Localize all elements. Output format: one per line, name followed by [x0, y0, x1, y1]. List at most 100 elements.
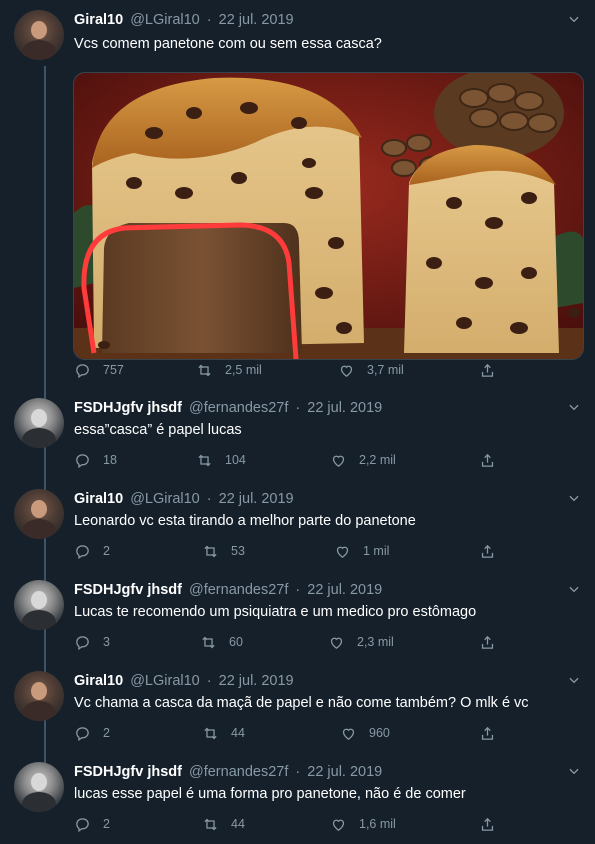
- chevron-down-icon[interactable]: [567, 491, 581, 510]
- handle[interactable]: @fernandes27f: [189, 764, 288, 780]
- like-button[interactable]: 3,7 mil: [338, 360, 404, 380]
- retweet-count: 2,5 mil: [225, 363, 262, 377]
- reply-count: 18: [103, 453, 117, 467]
- reply-button[interactable]: 757: [74, 360, 124, 380]
- like-button[interactable]: 2,2 mil: [330, 450, 396, 470]
- retweet-icon: [204, 545, 217, 557]
- reply-button[interactable]: 2: [74, 541, 110, 561]
- reply-count: 3: [103, 635, 110, 649]
- panettone-photo: [74, 73, 583, 359]
- reply-button[interactable]: 2: [74, 723, 110, 743]
- retweet-count: 53: [231, 544, 245, 558]
- timestamp[interactable]: 22 jul. 2019: [219, 491, 294, 507]
- tweet-1[interactable]: Giral10 @LGiral10 · 22 jul. 2019 Vcs com…: [0, 10, 595, 390]
- reply-button[interactable]: 18: [74, 450, 117, 470]
- retweet-button[interactable]: 104: [196, 450, 246, 470]
- avatar-fernandes27f[interactable]: [14, 762, 64, 812]
- reply-icon: [76, 726, 89, 741]
- retweet-button[interactable]: 44: [202, 723, 245, 743]
- tweet-4[interactable]: FSDHJgfv jhsdf @fernandes27f · 22 jul. 2…: [0, 580, 595, 660]
- handle[interactable]: @fernandes27f: [189, 582, 288, 598]
- retweet-button[interactable]: 53: [202, 541, 245, 561]
- handle[interactable]: @LGiral10: [130, 673, 200, 689]
- like-icon: [340, 365, 353, 377]
- tweet-header: FSDHJgfv jhsdf @fernandes27f · 22 jul. 2…: [74, 764, 383, 780]
- share-button[interactable]: [479, 541, 508, 561]
- share-button[interactable]: [479, 632, 508, 652]
- tweet-actions: 2 44 1,6 mil: [74, 814, 504, 834]
- reply-count: 2: [103, 817, 110, 831]
- chevron-down-icon[interactable]: [567, 582, 581, 601]
- tweet-6[interactable]: FSDHJgfv jhsdf @fernandes27f · 22 jul. 2…: [0, 762, 595, 842]
- share-icon: [481, 635, 494, 649]
- reply-icon: [76, 635, 89, 650]
- reply-count: 757: [103, 363, 124, 377]
- like-count: 960: [369, 726, 390, 740]
- like-button[interactable]: 960: [340, 723, 390, 743]
- display-name[interactable]: FSDHJgfv jhsdf: [74, 764, 182, 780]
- like-icon: [330, 637, 343, 649]
- chevron-down-icon[interactable]: [567, 764, 581, 783]
- avatar-giral10[interactable]: [14, 671, 64, 721]
- display-name[interactable]: FSDHJgfv jhsdf: [74, 582, 182, 598]
- tweet-text: Vcs comem panetone com ou sem essa casca…: [74, 36, 382, 52]
- timestamp[interactable]: 22 jul. 2019: [219, 12, 294, 28]
- like-button[interactable]: 1 mil: [334, 541, 389, 561]
- retweet-button[interactable]: 44: [202, 814, 245, 834]
- chevron-down-icon[interactable]: [567, 400, 581, 419]
- display-name[interactable]: Giral10: [74, 673, 123, 689]
- handle[interactable]: @fernandes27f: [189, 400, 288, 416]
- like-icon: [332, 819, 345, 831]
- share-button[interactable]: [479, 723, 508, 743]
- display-name[interactable]: Giral10: [74, 12, 123, 28]
- retweet-button[interactable]: 60: [200, 632, 243, 652]
- reply-button[interactable]: 3: [74, 632, 110, 652]
- tweet-2[interactable]: FSDHJgfv jhsdf @fernandes27f · 22 jul. 2…: [0, 398, 595, 478]
- like-icon: [336, 546, 349, 558]
- tweet-actions: 2 44 960: [74, 723, 504, 743]
- retweet-icon: [202, 636, 215, 648]
- retweet-icon: [204, 727, 217, 739]
- tweet-3[interactable]: Giral10 @LGiral10 · 22 jul. 2019 Leonard…: [0, 489, 595, 569]
- reply-count: 2: [103, 726, 110, 740]
- display-name[interactable]: FSDHJgfv jhsdf: [74, 400, 182, 416]
- display-name[interactable]: Giral10: [74, 491, 123, 507]
- tweet-actions: 2 53 1 mil: [74, 541, 504, 561]
- share-button[interactable]: [479, 814, 508, 834]
- chevron-down-icon[interactable]: [567, 12, 581, 31]
- tweet-header: Giral10 @LGiral10 · 22 jul. 2019: [74, 491, 294, 507]
- avatar-fernandes27f[interactable]: [14, 398, 64, 448]
- handle[interactable]: @LGiral10: [130, 491, 200, 507]
- like-button[interactable]: 1,6 mil: [330, 814, 396, 834]
- timestamp[interactable]: 22 jul. 2019: [219, 673, 294, 689]
- tweet-header: FSDHJgfv jhsdf @fernandes27f · 22 jul. 2…: [74, 400, 383, 416]
- tweet-actions: 18 104 2,2 mil: [74, 450, 504, 470]
- timestamp[interactable]: 22 jul. 2019: [307, 582, 382, 598]
- avatar-fernandes27f[interactable]: [14, 580, 64, 630]
- like-count: 1,6 mil: [359, 817, 396, 831]
- retweet-count: 60: [229, 635, 243, 649]
- retweet-count: 44: [231, 817, 245, 831]
- reply-icon: [76, 363, 89, 378]
- like-icon: [332, 455, 345, 467]
- reply-button[interactable]: 2: [74, 814, 110, 834]
- reply-icon: [76, 544, 89, 559]
- handle[interactable]: @LGiral10: [130, 12, 200, 28]
- timestamp[interactable]: 22 jul. 2019: [307, 764, 382, 780]
- share-button[interactable]: [479, 450, 508, 470]
- retweet-button[interactable]: 2,5 mil: [196, 360, 262, 380]
- avatar-giral10[interactable]: [14, 489, 64, 539]
- tweet-text: Vc chama a casca da maçã de papel e não …: [74, 695, 529, 711]
- avatar-giral10[interactable]: [14, 10, 64, 60]
- like-icon: [342, 728, 355, 740]
- tweet-text: essa”casca” é papel lucas: [74, 422, 242, 438]
- like-count: 1 mil: [363, 544, 390, 558]
- like-button[interactable]: 2,3 mil: [328, 632, 394, 652]
- timestamp[interactable]: 22 jul. 2019: [307, 400, 382, 416]
- retweet-count: 44: [231, 726, 245, 740]
- chevron-down-icon[interactable]: [567, 673, 581, 692]
- tweet-media-panettone[interactable]: [73, 72, 584, 360]
- share-button[interactable]: [479, 360, 508, 380]
- share-icon: [481, 544, 494, 558]
- tweet-5[interactable]: Giral10 @LGiral10 · 22 jul. 2019 Vc cham…: [0, 671, 595, 751]
